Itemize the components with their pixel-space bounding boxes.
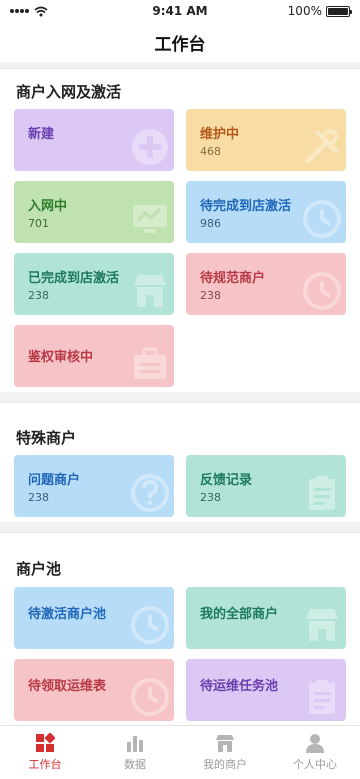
card-pending-activation[interactable]: 待完成到店激活 986: [186, 181, 346, 243]
tab-profile[interactable]: 个人中心: [270, 726, 360, 779]
card-label: 入网中: [28, 199, 68, 214]
status-right: 100%: [250, 4, 352, 18]
clock-icon: [131, 606, 169, 644]
battery-percent: 100%: [287, 4, 322, 18]
card-count: 468: [200, 145, 221, 158]
card-label: 待运维任务池: [200, 679, 279, 694]
battery-icon: [325, 5, 352, 17]
card-label: 待领取运维表: [28, 679, 107, 694]
clock-icon: [131, 678, 169, 716]
card-auth-review[interactable]: 鉴权审核中: [14, 325, 174, 387]
status-bar: 9:41 AM 100%: [0, 0, 360, 22]
section-special: 特殊商户 问题商户 238 反馈记录 238: [0, 402, 360, 522]
card-new[interactable]: 新建: [14, 109, 174, 171]
card-pending-activation-pool[interactable]: 待激活商户池: [14, 587, 174, 649]
section-onboarding: 商户入网及激活 新建 维护中 468 入网中 701 待完成到店激活 986 已…: [0, 68, 360, 392]
card-count: 238: [200, 289, 221, 302]
card-label: 鉴权审核中: [28, 350, 94, 365]
store-icon: [134, 275, 166, 307]
chart-icon: [127, 736, 143, 752]
card-activated[interactable]: 已完成到店激活 238: [14, 253, 174, 315]
monitor-icon: [133, 205, 167, 233]
clock-icon: [303, 200, 341, 238]
card-count: 238: [28, 491, 49, 504]
clipboard-icon: [309, 476, 335, 510]
briefcase-icon: [134, 347, 166, 379]
card-problem-merchants[interactable]: 问题商户 238: [14, 455, 174, 517]
card-label: 待规范商户: [200, 271, 266, 286]
nav-bar: 工作台: [0, 22, 360, 62]
status-time: 9:41 AM: [152, 4, 208, 18]
tab-data[interactable]: 数据: [90, 726, 180, 779]
store-icon: [306, 609, 338, 641]
card-all-my-merchants[interactable]: 我的全部商户: [186, 587, 346, 649]
status-left: [10, 6, 110, 17]
card-count: 238: [200, 491, 221, 504]
card-count: 701: [28, 217, 49, 230]
store-icon: [216, 735, 234, 752]
workbench-icon: [36, 733, 55, 752]
person-icon: [306, 734, 324, 753]
tab-label: 数据: [124, 758, 146, 771]
card-label: 反馈记录: [200, 473, 253, 488]
tab-my-merchants[interactable]: 我的商户: [180, 726, 270, 779]
question-icon: [131, 474, 169, 512]
card-count: 238: [28, 289, 49, 302]
tab-label: 个人中心: [293, 758, 337, 771]
tab-label: 工作台: [28, 758, 62, 771]
clipboard-icon: [309, 680, 335, 714]
card-feedback-records[interactable]: 反馈记录 238: [186, 455, 346, 517]
battery-fill: [327, 7, 348, 15]
section-title: 特殊商户: [16, 429, 77, 447]
section-title: 商户入网及激活: [16, 83, 122, 101]
card-label: 新建: [28, 127, 55, 142]
section-title: 商户池: [16, 560, 62, 578]
clock-icon: [303, 272, 341, 310]
plus-icon: [132, 129, 168, 165]
page-title: 工作台: [154, 34, 206, 55]
tools-icon: [305, 129, 339, 164]
section-merchant-pool: 商户池 待激活商户池 我的全部商户 待领取运维表 待运维任务池: [0, 532, 360, 725]
card-to-regulate[interactable]: 待规范商户 238: [186, 253, 346, 315]
card-label: 已完成到店激活: [28, 271, 120, 286]
card-label: 维护中: [200, 127, 240, 142]
card-onboarding[interactable]: 入网中 701: [14, 181, 174, 243]
wifi-icon: [34, 6, 48, 16]
tab-workbench[interactable]: 工作台: [0, 726, 90, 779]
card-maintaining[interactable]: 维护中 468: [186, 109, 346, 171]
card-label: 待激活商户池: [28, 607, 107, 622]
tab-label: 我的商户: [203, 758, 247, 771]
tab-bar: 工作台 数据 我的商户 个人中心: [0, 725, 360, 779]
card-label: 待完成到店激活: [200, 199, 292, 214]
card-label: 我的全部商户: [200, 607, 279, 622]
card-label: 问题商户: [28, 473, 81, 488]
card-count: 986: [200, 217, 221, 230]
signal-icon: [10, 9, 29, 13]
card-ops-task-pool[interactable]: 待运维任务池: [186, 659, 346, 721]
card-ops-sheets-to-claim[interactable]: 待领取运维表: [14, 659, 174, 721]
